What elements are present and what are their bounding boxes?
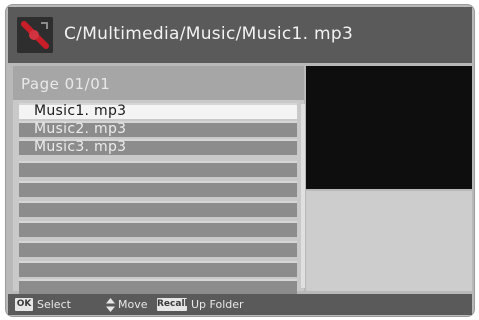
recall-key-badge: Recall: [157, 298, 188, 311]
list-item[interactable]: [19, 201, 297, 217]
page-indicator: Page 01/01: [21, 75, 111, 93]
music-folder-icon: [17, 17, 53, 53]
up-folder-hint: Up Folder: [191, 298, 244, 311]
list-item[interactable]: [19, 221, 297, 237]
select-hint: Select: [37, 298, 71, 311]
list-item[interactable]: [19, 181, 297, 197]
list-item[interactable]: [19, 241, 297, 257]
list-item-label: Music3. mp3: [34, 139, 127, 155]
list-item-label: Music2. mp3: [34, 121, 127, 137]
help-bar: OK Select Move Recall Up Folder: [8, 294, 472, 315]
file-list-panel: Page 01/01 Music1. mp3 Music2. mp3 Music…: [13, 66, 305, 295]
list-item[interactable]: Music1. mp3: [19, 103, 297, 119]
current-path: C/Multimedia/Music/Music1. mp3: [64, 24, 354, 44]
info-pane: [306, 191, 472, 291]
list-item[interactable]: Music2. mp3: [19, 121, 297, 137]
up-down-arrows-icon: [106, 298, 115, 312]
move-hint: Move: [118, 298, 148, 311]
list-item[interactable]: [19, 279, 297, 295]
header-bar: C/Multimedia/Music/Music1. mp3: [8, 7, 472, 63]
preview-pane: [306, 66, 472, 189]
list-item-label: Music1. mp3: [34, 103, 127, 119]
list-scrollbar[interactable]: [301, 104, 305, 288]
list-item[interactable]: [19, 261, 297, 277]
list-item[interactable]: Music3. mp3: [19, 139, 297, 155]
media-browser-screen: C/Multimedia/Music/Music1. mp3 Page 01/0…: [5, 4, 475, 317]
page-indicator-bar: Page 01/01: [13, 66, 304, 100]
ok-key-badge: OK: [15, 298, 33, 311]
list-item[interactable]: [19, 161, 297, 177]
